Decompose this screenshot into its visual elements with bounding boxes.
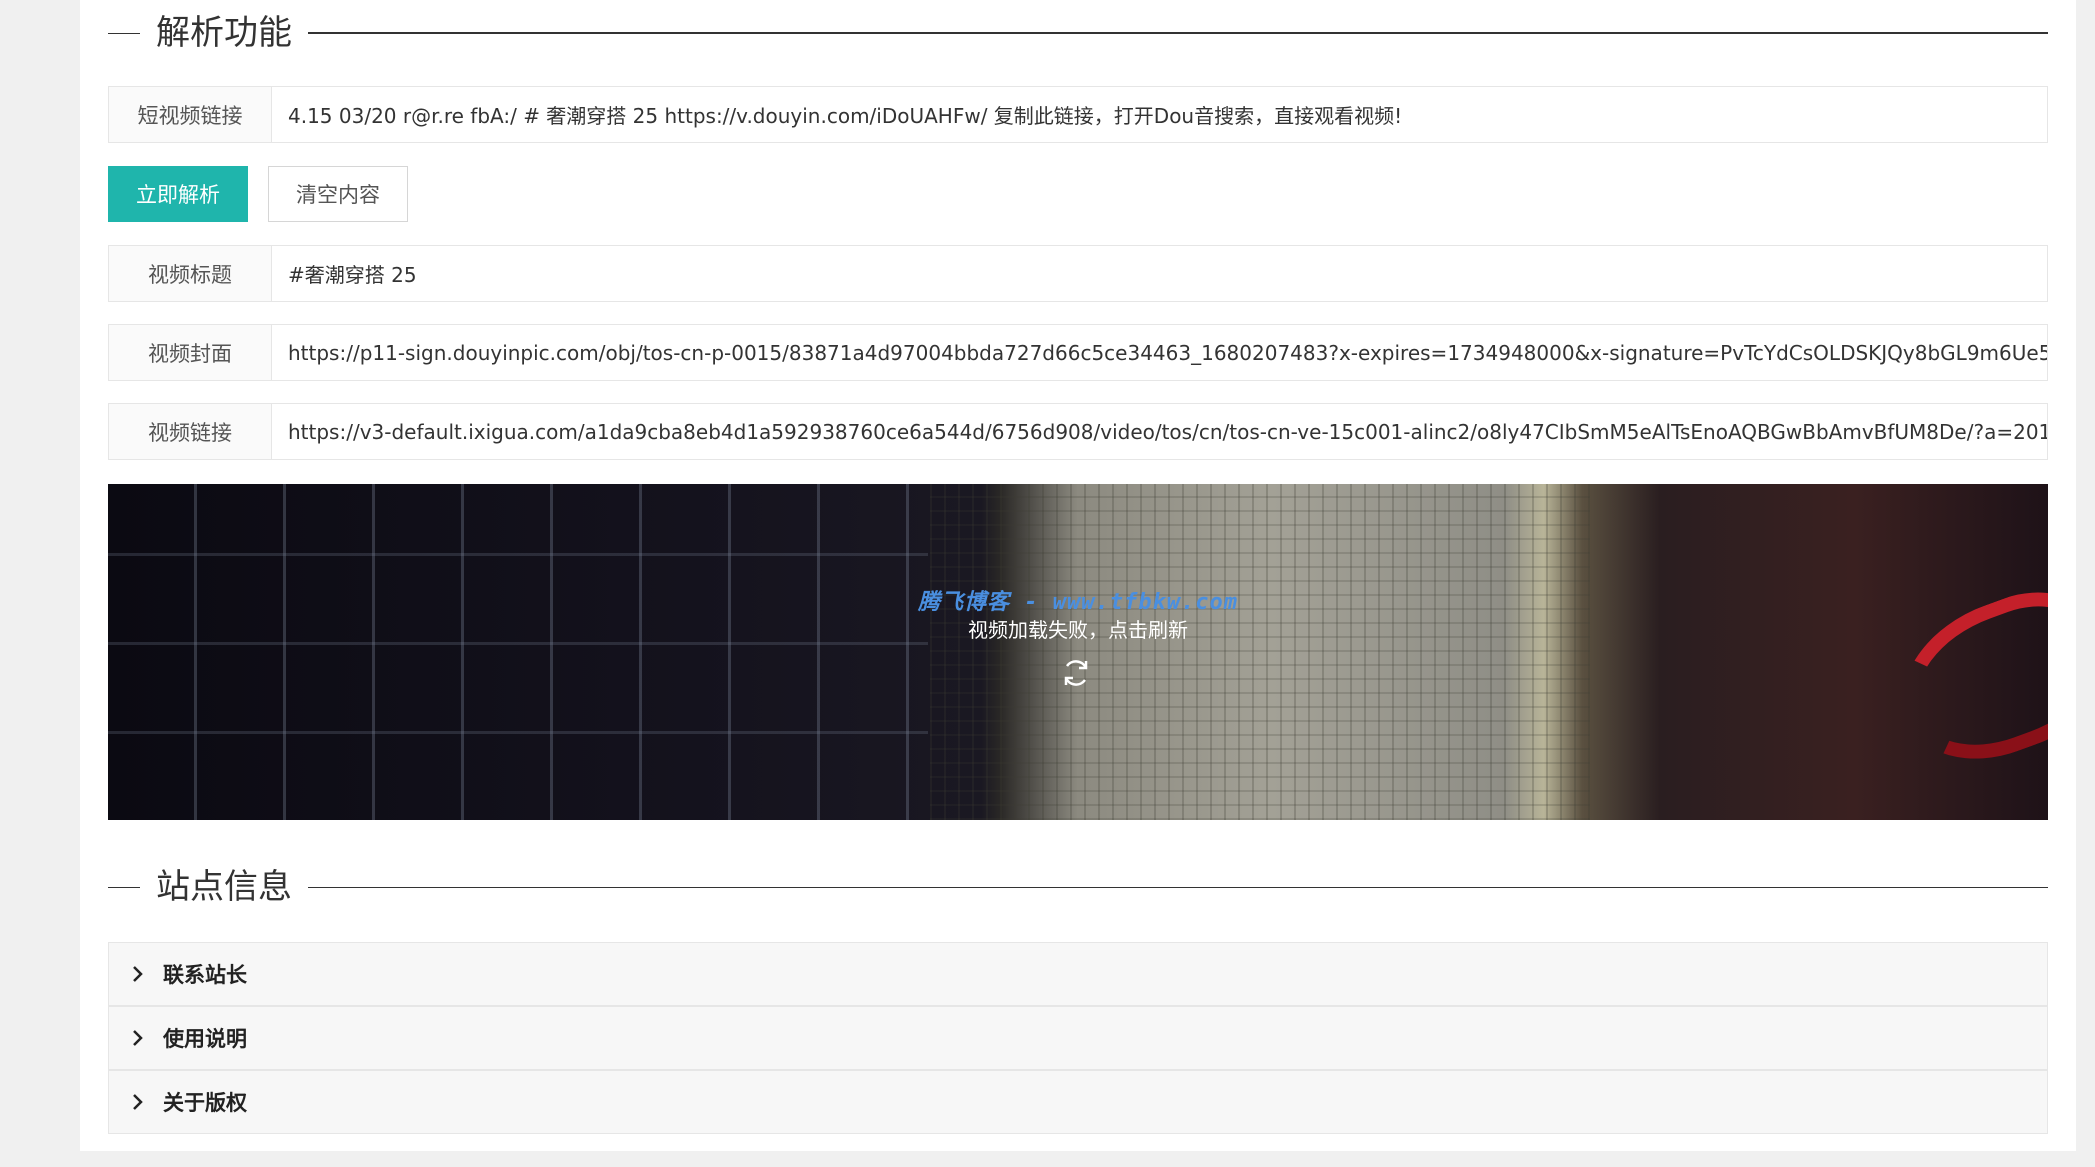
video-player[interactable]: 腾飞博客 - www.tfbkw.com 视频加载失败，点击刷新 <box>108 484 2048 820</box>
accordion-label: 使用说明 <box>163 1027 247 1051</box>
video-frame-grid <box>108 484 928 820</box>
short-link-field: 短视频链接 4.15 03/20 r@r.re fbA:/ # 奢潮穿搭 25 … <box>108 86 2048 143</box>
page-card: 解析功能 短视频链接 4.15 03/20 r@r.re fbA:/ # 奢潮穿… <box>80 0 2076 1151</box>
content-area: 解析功能 短视频链接 4.15 03/20 r@r.re fbA:/ # 奢潮穿… <box>108 0 2048 1151</box>
video-fail-message[interactable]: 视频加载失败，点击刷新 <box>108 614 2048 643</box>
video-title-field: 视频标题 #奢潮穿搭 25 <box>108 245 2048 302</box>
chevron-right-icon <box>131 1028 159 1048</box>
short-link-input[interactable]: 4.15 03/20 r@r.re fbA:/ # 奢潮穿搭 25 https:… <box>272 87 2047 142</box>
parse-button[interactable]: 立即解析 <box>108 166 248 222</box>
video-title-label: 视频标题 <box>109 246 272 301</box>
chevron-right-icon <box>131 1092 159 1112</box>
video-cover-field: 视频封面 https://p11-sign.douyinpic.com/obj/… <box>108 324 2048 381</box>
site-section-title: 站点信息 <box>156 867 292 907</box>
video-link-field: 视频链接 https://v3-default.ixigua.com/a1da9… <box>108 403 2048 460</box>
accordion-label: 联系站长 <box>163 963 247 987</box>
video-link-value[interactable]: https://v3-default.ixigua.com/a1da9cba8e… <box>272 404 2047 459</box>
video-title-value[interactable]: #奢潮穿搭 25 <box>272 246 2047 301</box>
video-link-label: 视频链接 <box>109 404 272 459</box>
parse-section-title: 解析功能 <box>156 13 292 53</box>
accordion-usage[interactable]: 使用说明 <box>108 1006 2048 1070</box>
video-cover-value[interactable]: https://p11-sign.douyinpic.com/obj/tos-c… <box>272 325 2047 380</box>
header-rule <box>308 32 2048 34</box>
short-link-label: 短视频链接 <box>109 87 272 142</box>
video-watermark: 腾飞博客 - www.tfbkw.com <box>918 590 1238 615</box>
video-cover-label: 视频封面 <box>109 325 272 380</box>
chevron-right-icon <box>131 964 159 984</box>
clear-button[interactable]: 清空内容 <box>268 166 408 222</box>
video-frame-texture <box>930 484 1590 820</box>
site-section-header: 站点信息 <box>108 862 2048 912</box>
accordion-contact[interactable]: 联系站长 <box>108 942 2048 1006</box>
header-rule <box>308 886 2048 888</box>
accordion-copyright[interactable]: 关于版权 <box>108 1070 2048 1134</box>
header-dash <box>108 886 140 888</box>
refresh-icon[interactable] <box>1059 656 1093 690</box>
header-dash <box>108 32 140 34</box>
parse-section-header: 解析功能 <box>108 8 2048 58</box>
accordion-label: 关于版权 <box>163 1091 247 1115</box>
